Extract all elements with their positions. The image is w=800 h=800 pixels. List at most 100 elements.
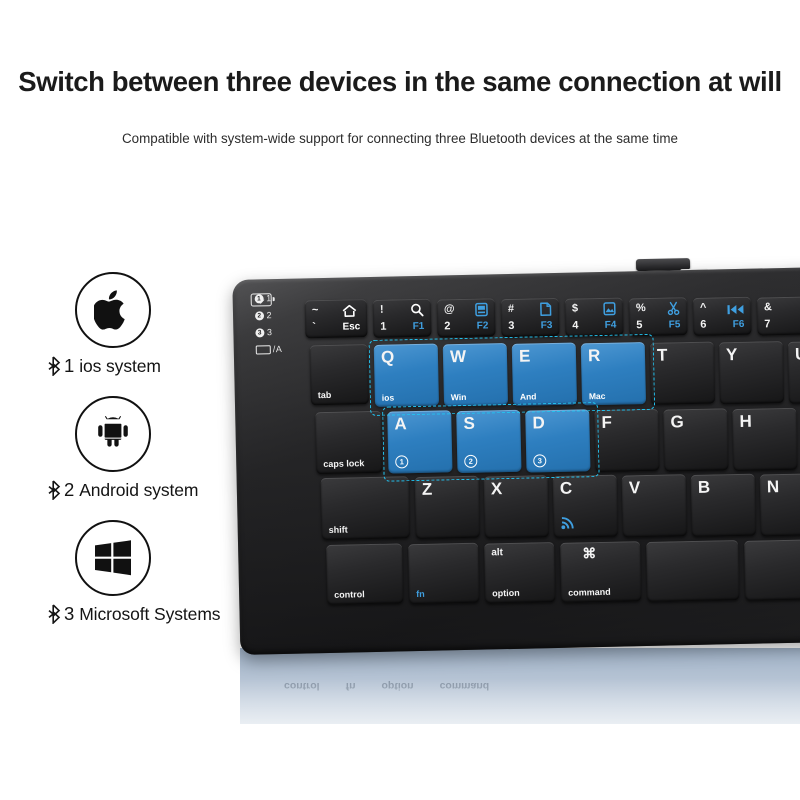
indicator-dot-2: 2 — [254, 310, 265, 321]
key-alt-option[interactable]: alt option — [484, 542, 556, 604]
key-control-label: control — [334, 589, 365, 600]
key-b-letter: B — [697, 477, 711, 497]
key-r-letter: R — [587, 345, 601, 366]
os-support-list: 1 ios system 2 Android system 3 Microsof… — [48, 272, 263, 644]
key-s-channel: 2 — [464, 454, 478, 468]
key-b[interactable]: B — [690, 473, 756, 538]
key-tab-label: tab — [317, 389, 332, 401]
key-caps-lock-label: caps lock — [323, 458, 365, 470]
key-w[interactable]: W Win — [442, 343, 509, 407]
key-a[interactable]: A 1 — [387, 410, 453, 474]
key-r-sublabel: Mac — [588, 390, 606, 401]
key-f2-digit: 2 — [444, 320, 451, 333]
key-d[interactable]: D 3 — [525, 409, 591, 473]
bluetooth-icon — [48, 480, 61, 500]
key-control[interactable]: control — [326, 543, 404, 605]
key-f7-amp: & — [763, 301, 773, 314]
key-v[interactable]: V — [621, 474, 687, 538]
key-y-letter: Y — [725, 344, 738, 365]
os-item-ios-label: 1 ios system — [48, 355, 263, 377]
key-alt-label: alt — [491, 547, 504, 559]
key-fn-label: fn — [416, 588, 425, 600]
key-f4-dollar: $ — [571, 302, 579, 315]
key-h[interactable]: H — [732, 407, 798, 472]
indicator-dot-1: 1 — [254, 293, 264, 304]
os-item-windows: 3 Microsoft Systems — [48, 520, 263, 625]
key-space-right[interactable] — [744, 538, 800, 601]
key-caps-lock[interactable]: caps lock — [315, 410, 383, 475]
os-item-ios: 1 ios system — [48, 272, 263, 377]
key-f1-label: F1 — [412, 320, 425, 333]
page-subtitle: Compatible with system-wide support for … — [122, 131, 678, 146]
key-w-letter: W — [449, 346, 467, 367]
key-f5-percent: % — [635, 301, 646, 315]
keyboard-surface: 1 1 2 2 3 3 /A ~ ` Esc ! 1 F1 @ 2 F2 # 3… — [232, 266, 800, 655]
key-tab[interactable]: tab — [309, 344, 370, 406]
os-item-windows-number: 3 — [64, 603, 75, 624]
key-f1[interactable]: ! 1 F1 — [372, 298, 432, 338]
key-s[interactable]: S 2 — [456, 409, 522, 474]
key-u[interactable]: U — [787, 340, 800, 404]
document-icon — [539, 302, 552, 320]
indicator-label-2: 2 — [266, 310, 273, 321]
key-f3-label: F3 — [540, 320, 553, 332]
os-item-android-label: 2 Android system — [48, 479, 263, 501]
key-f6-digit: 6 — [700, 318, 707, 331]
key-esc-label: Esc — [342, 321, 361, 333]
key-g[interactable]: G — [663, 408, 729, 472]
scissors-icon — [667, 301, 680, 319]
product-feature-graphic: Switch between three devices in the same… — [0, 0, 800, 800]
os-item-windows-label: 3 Microsoft Systems — [48, 603, 263, 625]
key-x[interactable]: X — [483, 475, 549, 539]
bluetooth-keyboard: 1 1 2 2 3 3 /A ~ ` Esc ! 1 F1 @ 2 F2 # 3… — [232, 255, 800, 668]
key-q-sublabel: ios — [381, 391, 395, 403]
os-item-ios-name: ios system — [79, 355, 161, 376]
key-z-letter: Z — [421, 479, 433, 499]
indicator-battery: /A — [255, 343, 316, 354]
os-item-android-number: 2 — [64, 479, 75, 500]
key-t[interactable]: T — [649, 341, 716, 405]
key-shift[interactable]: shift — [320, 476, 410, 541]
key-esc-tilde: ~ — [311, 304, 319, 317]
key-r[interactable]: R Mac — [580, 342, 647, 406]
key-fn[interactable]: fn — [408, 542, 480, 605]
key-y[interactable]: Y — [718, 341, 785, 405]
key-esc[interactable]: ~ ` Esc — [304, 299, 368, 339]
key-f1-bang: ! — [379, 303, 384, 316]
key-f4-digit: 4 — [572, 319, 579, 332]
key-space-left[interactable] — [646, 540, 740, 603]
search-icon — [410, 303, 424, 321]
key-f5-label: F5 — [668, 319, 681, 331]
key-option-label: option — [492, 587, 520, 599]
key-f5[interactable]: % 5 F5 — [628, 297, 688, 337]
key-n[interactable]: N — [759, 473, 800, 537]
key-f3[interactable]: # 3 F3 — [500, 297, 560, 338]
battery-small-icon — [255, 344, 271, 354]
os-item-android-name: Android system — [79, 479, 199, 500]
key-command[interactable]: ⌘ command — [560, 541, 642, 603]
key-a-channel: 1 — [395, 455, 409, 469]
key-z[interactable]: Z — [414, 475, 480, 540]
image-icon — [603, 302, 616, 320]
windows-icon — [75, 520, 151, 596]
key-f6-caret: ^ — [699, 301, 707, 314]
key-w-sublabel: Win — [450, 391, 467, 402]
android-icon — [75, 396, 151, 472]
page-headline: Switch between three devices in the same… — [18, 66, 782, 97]
key-f7[interactable]: & 7 — [756, 296, 800, 336]
key-d-letter: D — [532, 413, 545, 433]
key-e[interactable]: E And — [511, 342, 578, 406]
key-d-channel: 3 — [533, 454, 547, 468]
key-q[interactable]: Q ios — [373, 343, 440, 407]
key-v-letter: V — [628, 478, 641, 498]
key-shift-label: shift — [328, 524, 348, 535]
key-f6[interactable]: ^ 6 F6 — [692, 296, 752, 336]
key-f2[interactable]: @ 2 F2 — [436, 298, 496, 338]
command-symbol-icon: ⌘ — [582, 545, 597, 562]
key-c-letter: C — [559, 478, 573, 498]
key-f[interactable]: F — [594, 408, 660, 473]
key-c[interactable]: C — [552, 474, 618, 539]
indicator-label-1: 1 — [266, 293, 272, 304]
key-f1-digit: 1 — [380, 320, 387, 333]
key-f4[interactable]: $ 4 F4 — [564, 297, 624, 337]
